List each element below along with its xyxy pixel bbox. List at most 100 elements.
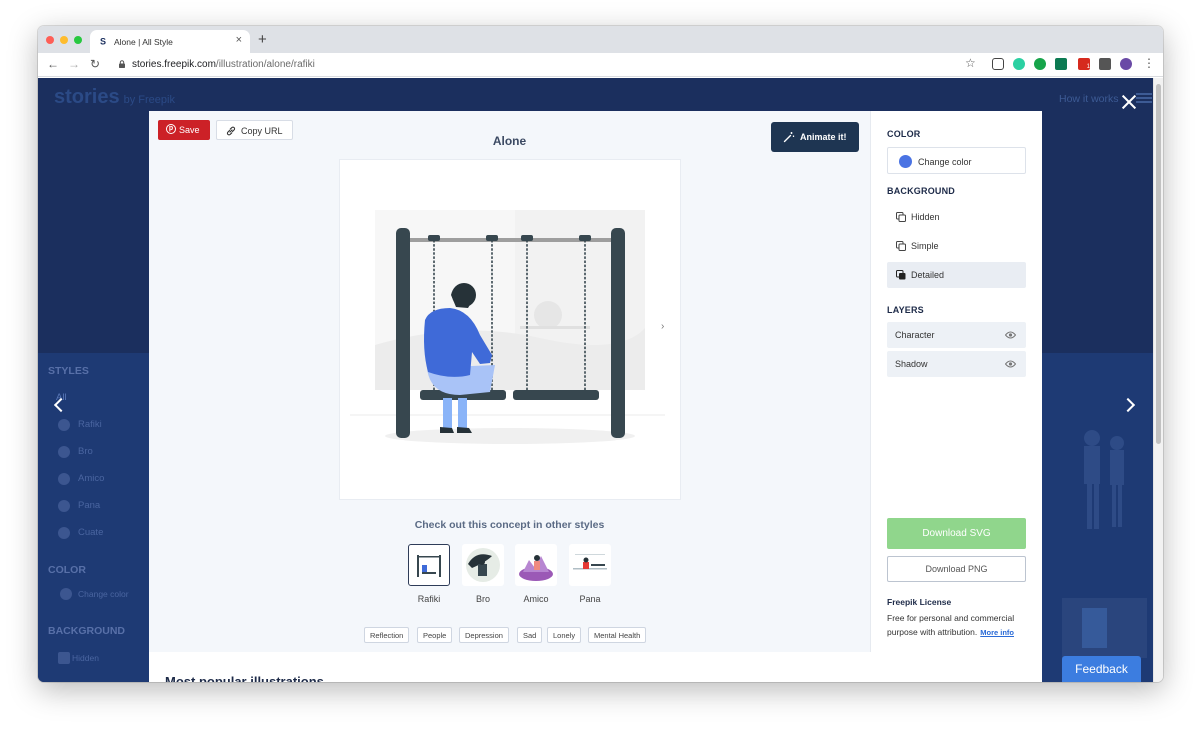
background-option-simple[interactable]: Simple	[887, 233, 1026, 259]
how-it-works-link[interactable]: How it works	[1059, 93, 1119, 105]
logo-by-text: by Freepik	[123, 94, 175, 106]
tab-bar: S Alone | All Style × +	[38, 26, 1163, 53]
reload-icon[interactable]: ↻	[90, 57, 100, 71]
tag-lonely[interactable]: Lonely	[547, 627, 582, 643]
background-hidden-label: Hidden	[911, 212, 940, 222]
bg-background-heading: BACKGROUND	[48, 625, 125, 637]
background-heading: BACKGROUND	[887, 186, 955, 196]
tab-close-icon[interactable]: ×	[236, 34, 242, 46]
layer-shadow[interactable]: Shadow	[887, 351, 1026, 377]
page-viewport: stories by Freepik How it works STYLES Al…	[38, 78, 1153, 682]
bg-rafiki-icon	[58, 419, 70, 431]
style-label-rafiki[interactable]: Rafiki	[399, 594, 459, 604]
most-popular-heading: Most popular illustrations	[165, 674, 324, 682]
style-label-amico[interactable]: Amico	[506, 594, 566, 604]
pana-thumb-icon	[573, 554, 607, 570]
copy-layers-filled-icon	[896, 270, 906, 280]
back-arrow-icon[interactable]: ←	[47, 57, 59, 71]
modal-close-icon[interactable]	[1120, 93, 1138, 111]
illustration-modal: p Save Copy URL Alone Animate it! › Chec…	[149, 111, 1042, 682]
copy-layers-icon	[896, 241, 906, 251]
modal-preview-area: p Save Copy URL Alone Animate it! › Chec…	[149, 111, 870, 652]
url-host: stories.freepik.com	[132, 59, 216, 70]
pocket-extension-icon[interactable]	[992, 58, 1004, 70]
tag-mental-health[interactable]: Mental Health	[588, 627, 647, 643]
style-label-pana[interactable]: Pana	[560, 594, 620, 604]
copy-layers-icon	[896, 212, 906, 222]
tag-sad[interactable]: Sad	[517, 627, 543, 643]
logo-text: stories	[54, 86, 120, 108]
hamburger-menu-icon[interactable]	[1136, 93, 1152, 103]
url-field[interactable]: stories.freepik.com/illustration/alone/r…	[132, 59, 315, 70]
bg-cuate-icon	[58, 527, 70, 539]
bg-style-rafiki[interactable]: Rafiki	[78, 419, 102, 430]
address-bar-row: ← → ↻ stories.freepik.com/illustration/a…	[38, 53, 1163, 77]
license-text-block: Free for personal and commercial purpose…	[887, 611, 1035, 640]
profile-avatar[interactable]	[1120, 58, 1132, 70]
minimize-window-button[interactable]	[60, 36, 68, 44]
bg-bro-icon	[58, 446, 70, 458]
feedback-button[interactable]: Feedback	[1062, 656, 1141, 682]
eye-icon[interactable]	[1005, 359, 1016, 369]
background-detailed-label: Detailed	[911, 270, 945, 280]
bg-style-bro[interactable]: Bro	[78, 446, 93, 457]
bg-hidden-option[interactable]: Hidden	[72, 653, 99, 663]
browser-menu-icon[interactable]: ⋮	[1143, 56, 1155, 70]
change-color-label: Change color	[918, 157, 972, 167]
layer-character[interactable]: Character	[887, 322, 1026, 348]
background-option-hidden[interactable]: Hidden	[887, 204, 1026, 230]
bg-hidden-icon	[58, 652, 70, 664]
svg-text:S: S	[100, 37, 106, 47]
background-option-detailed[interactable]: Detailed	[887, 262, 1026, 288]
bg-color-swatch-icon	[60, 588, 72, 600]
tag-reflection[interactable]: Reflection	[364, 627, 410, 643]
animate-label: Animate it!	[800, 132, 847, 142]
tag-people[interactable]: People	[417, 627, 453, 643]
tag-depression[interactable]: Depression	[459, 627, 509, 643]
bg-style-amico[interactable]: Amico	[78, 473, 104, 484]
forward-arrow-icon[interactable]: →	[68, 57, 80, 71]
page-scrollbar[interactable]	[1153, 78, 1163, 682]
layer-shadow-label: Shadow	[895, 359, 928, 369]
new-tab-button[interactable]: +	[258, 31, 267, 48]
stories-favicon-icon: S	[99, 36, 109, 46]
magic-wand-icon	[783, 132, 795, 143]
preview-chevron-right-icon[interactable]: ›	[661, 321, 664, 332]
vue-extension-icon[interactable]	[1055, 58, 1067, 70]
extension-teal-icon[interactable]	[1013, 58, 1025, 70]
style-thumb-rafiki[interactable]	[408, 544, 450, 586]
bg-style-pana[interactable]: Pana	[78, 500, 100, 511]
animate-it-button[interactable]: Animate it!	[771, 122, 859, 152]
red-extension-icon[interactable]: 1	[1078, 58, 1090, 70]
illustration-title: Alone	[492, 134, 527, 148]
lock-icon	[119, 60, 125, 68]
layer-character-label: Character	[895, 330, 935, 340]
site-logo[interactable]: stories by Freepik	[54, 86, 175, 109]
extensions-puzzle-icon[interactable]	[1099, 58, 1111, 70]
pinterest-icon: p	[166, 124, 176, 134]
modal-bottom-section: Most popular illustrations	[149, 652, 1042, 682]
bg-style-cuate[interactable]: Cuate	[78, 527, 103, 538]
bg-change-color[interactable]: Change color	[78, 589, 129, 599]
download-png-button[interactable]: Download PNG	[887, 556, 1026, 582]
background-illustration-people	[1062, 430, 1147, 658]
browser-tab[interactable]: S Alone | All Style ×	[90, 30, 250, 53]
url-path: /illustration/alone/rafiki	[215, 59, 315, 70]
color-swatch	[899, 155, 912, 168]
style-thumb-bro[interactable]	[462, 544, 504, 586]
change-color-button[interactable]: Change color	[887, 147, 1026, 174]
browser-window: S Alone | All Style × + ← → ↻ stories.fr…	[38, 26, 1163, 682]
bookmark-star-icon[interactable]: ☆	[965, 56, 976, 70]
download-svg-button[interactable]: Download SVG	[887, 518, 1026, 549]
style-thumb-amico[interactable]	[515, 544, 557, 586]
eye-icon[interactable]	[1005, 330, 1016, 340]
style-thumb-pana[interactable]	[569, 544, 611, 586]
tab-title: Alone | All Style	[114, 37, 173, 47]
maximize-window-button[interactable]	[74, 36, 82, 44]
close-window-button[interactable]	[46, 36, 54, 44]
grammarly-extension-icon[interactable]	[1034, 58, 1046, 70]
more-info-link[interactable]: More info	[980, 628, 1014, 637]
illustration-preview	[339, 159, 681, 500]
style-label-bro[interactable]: Bro	[453, 594, 513, 604]
scrollbar-thumb[interactable]	[1156, 84, 1161, 444]
